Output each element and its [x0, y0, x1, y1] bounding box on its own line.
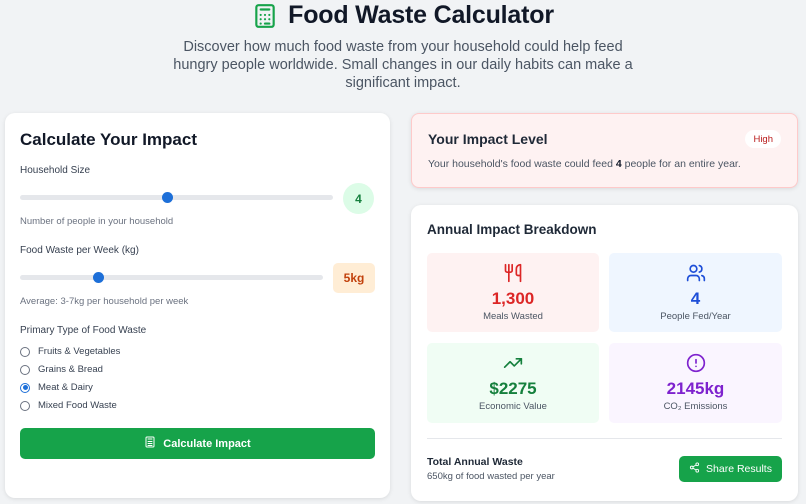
share-results-button[interactable]: Share Results — [679, 456, 782, 482]
users-icon — [609, 263, 782, 283]
food-waste-slider-thumb[interactable] — [93, 272, 105, 283]
waste-type-label: Primary Type of Food Waste — [20, 325, 147, 336]
stat-meals-wasted: 1,300 Meals Wasted — [427, 253, 599, 332]
food-waste-value: 5kg — [333, 263, 375, 293]
calculator-icon — [144, 436, 156, 451]
radio-option-label: Mixed Food Waste — [38, 400, 117, 411]
breakdown-title: Annual Impact Breakdown — [427, 222, 597, 237]
meals-wasted-value: 1,300 — [491, 289, 535, 308]
radio-button[interactable] — [20, 346, 30, 357]
radio-button[interactable] — [20, 364, 30, 375]
calculate-impact-button[interactable]: Calculate Impact — [20, 428, 375, 459]
alert-circle-icon — [609, 353, 782, 373]
annual-breakdown-card: Annual Impact Breakdown 1,300 Meals Wast… — [411, 205, 798, 501]
economic-value-value: $2275 — [489, 379, 537, 398]
co2-emissions-label: CO₂ Emissions — [663, 401, 728, 412]
divider — [427, 438, 782, 439]
calculate-impact-label: Calculate Impact — [163, 437, 251, 450]
stat-co2-emissions: 2145kg CO₂ Emissions — [609, 343, 782, 423]
total-waste-title: Total Annual Waste — [427, 456, 523, 468]
radio-button[interactable] — [20, 400, 30, 411]
impact-level-title: Your Impact Level — [428, 131, 548, 147]
calculator-icon — [252, 3, 278, 29]
total-waste-subtitle: 650kg of food wasted per year — [427, 471, 555, 482]
radio-option-meat-dairy[interactable]: Meat & Dairy — [20, 382, 93, 393]
radio-option-mixed-food-waste[interactable]: Mixed Food Waste — [20, 400, 117, 411]
radio-option-label: Meat & Dairy — [38, 382, 93, 393]
title-row: Food Waste Calculator — [0, 1, 806, 30]
household-size-slider[interactable] — [20, 192, 333, 203]
stat-people-fed: 4 People Fed/Year — [609, 253, 782, 332]
utensils-icon — [427, 263, 599, 283]
economic-value-label: Economic Value — [479, 401, 547, 412]
stat-economic-value: $2275 Economic Value — [427, 343, 599, 423]
trending-up-icon — [427, 353, 599, 373]
page-subtitle: Discover how much food waste from your h… — [173, 39, 633, 91]
share-results-label: Share Results — [706, 463, 772, 475]
impact-level-badge: High — [745, 130, 781, 148]
impact-level-card: Your Impact Level High Your household's … — [411, 113, 798, 188]
co2-emissions-value: 2145kg — [666, 379, 725, 398]
household-size-help: Number of people in your household — [20, 216, 174, 227]
radio-option-grains-bread[interactable]: Grains & Bread — [20, 364, 103, 375]
food-waste-label: Food Waste per Week (kg) — [20, 245, 139, 256]
calculator-card: Calculate Your Impact Household Size 4 N… — [5, 113, 390, 498]
household-size-slider-thumb[interactable] — [161, 192, 173, 203]
food-waste-help: Average: 3-7kg per household per week — [20, 296, 189, 307]
household-size-value: 4 — [343, 183, 374, 214]
food-waste-slider[interactable] — [20, 272, 323, 283]
people-fed-value: 4 — [690, 289, 701, 308]
page-title: Food Waste Calculator — [288, 1, 554, 29]
radio-option-fruits-vegetables[interactable]: Fruits & Vegetables — [20, 346, 120, 357]
share-icon — [689, 462, 700, 476]
household-size-label: Household Size — [20, 165, 91, 176]
calculator-title: Calculate Your Impact — [20, 130, 197, 149]
radio-option-label: Fruits & Vegetables — [38, 346, 121, 357]
people-fed-label: People Fed/Year — [660, 311, 731, 322]
meals-wasted-label: Meals Wasted — [483, 311, 543, 322]
impact-level-text: Your household's food waste could feed 4… — [428, 158, 741, 170]
radio-option-label: Grains & Bread — [38, 364, 103, 375]
radio-button-selected[interactable] — [20, 382, 30, 393]
